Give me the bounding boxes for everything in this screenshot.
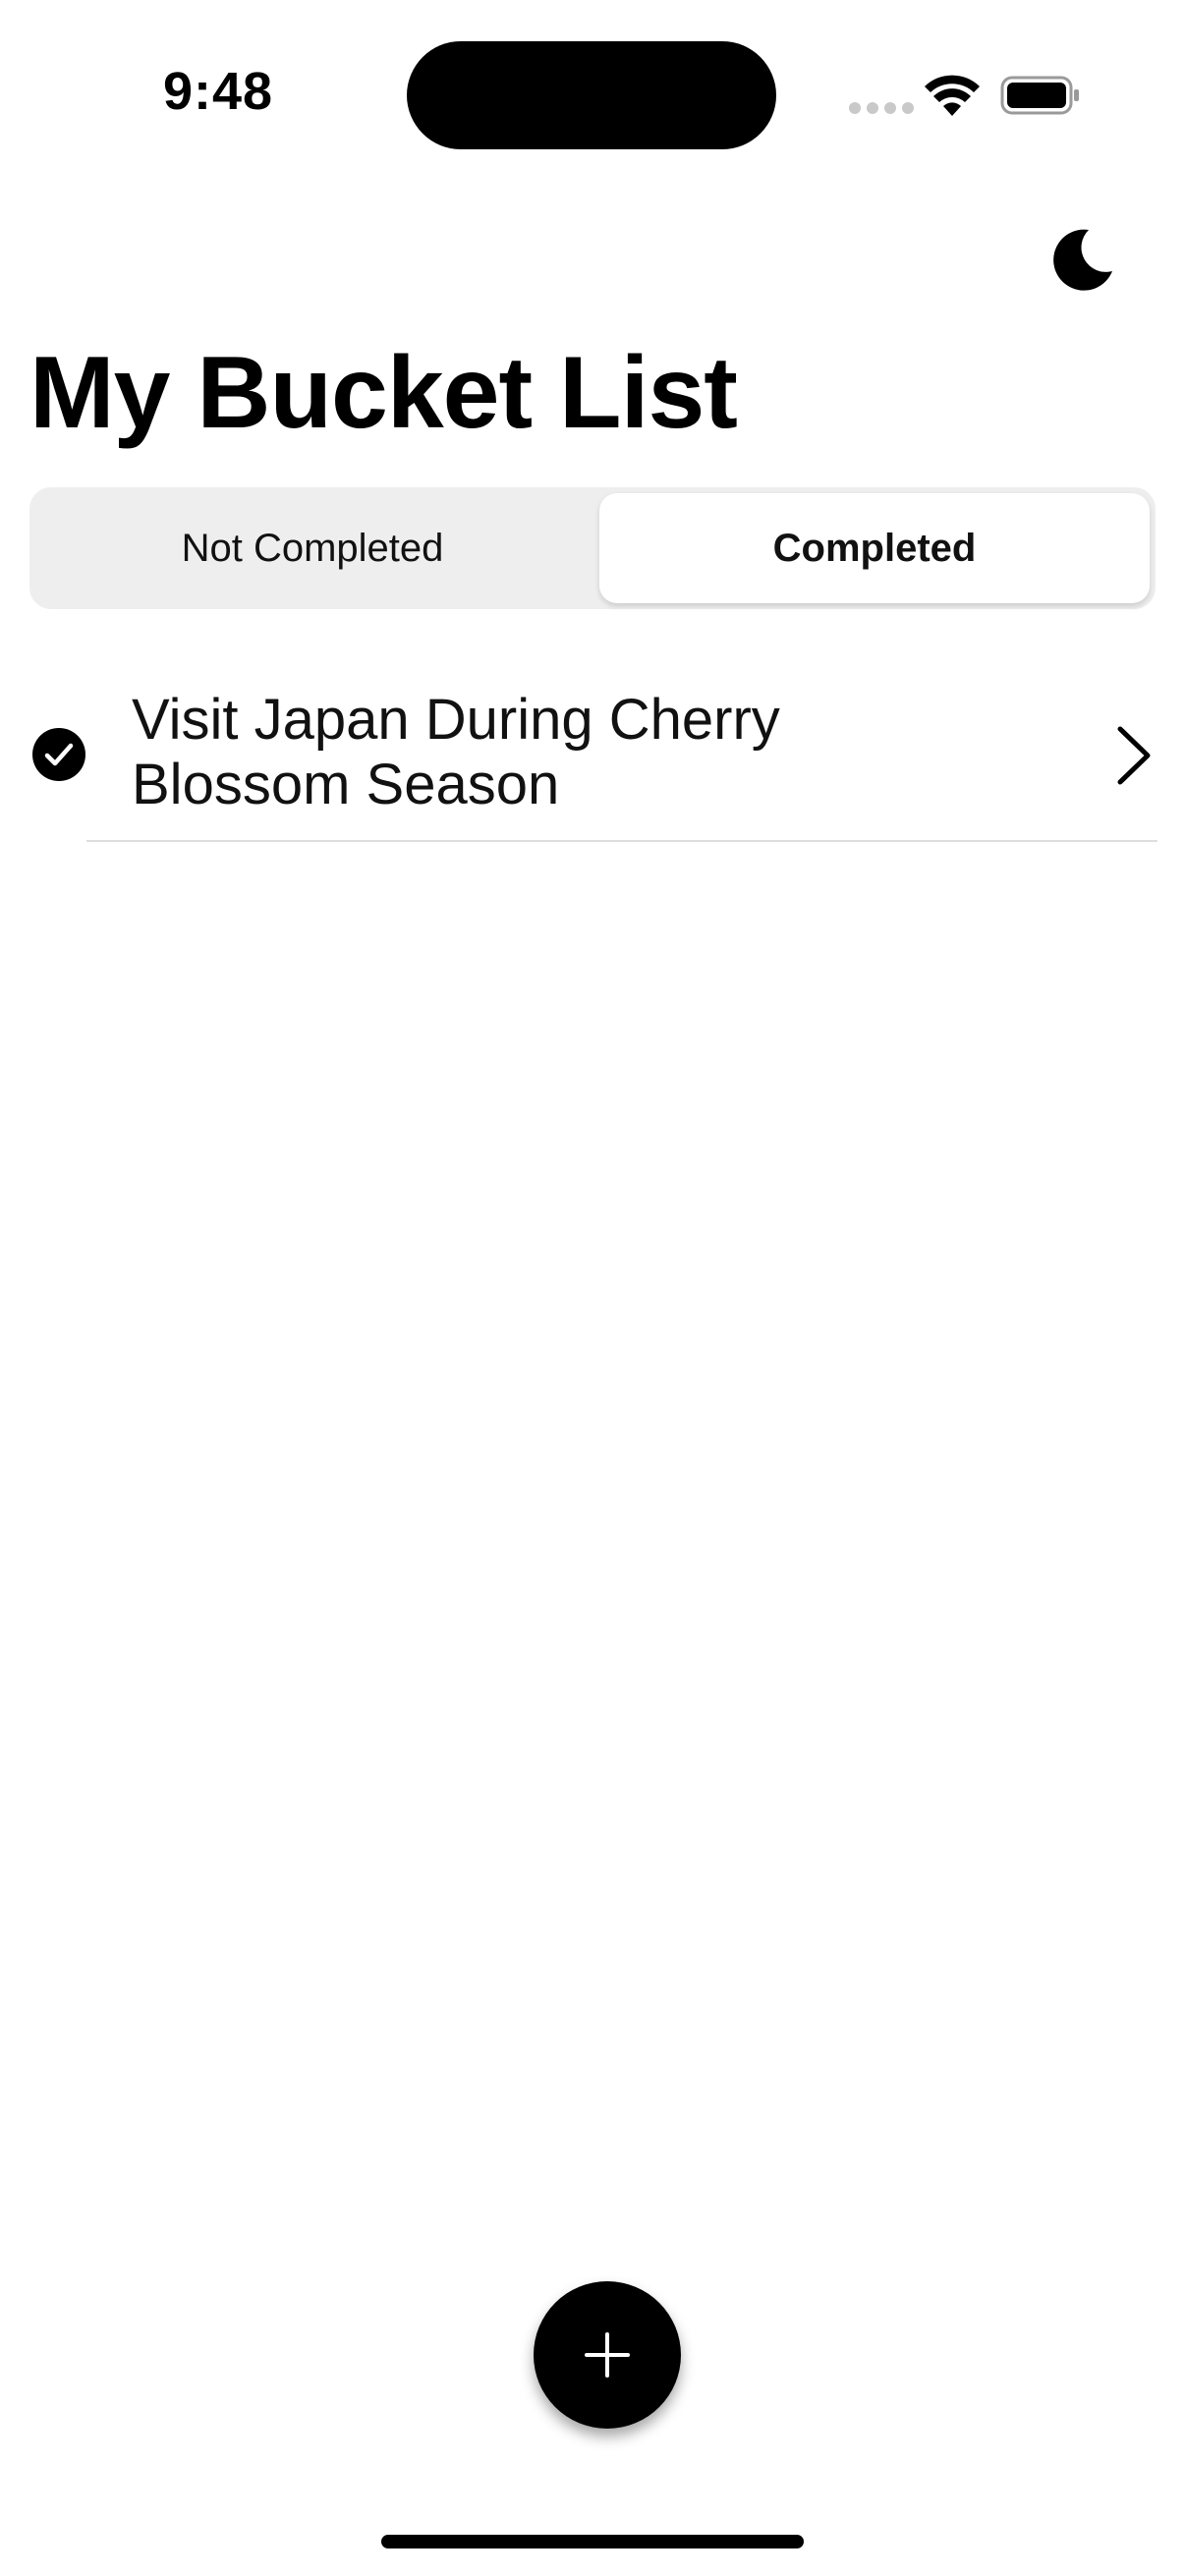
- list-item[interactable]: Visit Japan During Cherry Blossom Season: [0, 678, 1185, 843]
- moon-icon: [1053, 229, 1112, 291]
- status-filter-segmented-control: Not Completed Completed: [29, 487, 1156, 609]
- dynamic-island: [407, 41, 776, 149]
- page-title: My Bucket List: [29, 336, 738, 450]
- dark-mode-toggle-button[interactable]: [1045, 222, 1120, 297]
- plus-icon: [585, 2332, 630, 2378]
- checkmark-circle-icon[interactable]: [31, 727, 86, 782]
- wifi-icon: [925, 75, 980, 116]
- list-divider: [86, 840, 1157, 842]
- chevron-right-icon: [1117, 726, 1151, 785]
- cellular-signal-icon: [849, 102, 914, 114]
- home-indicator[interactable]: [381, 2535, 804, 2548]
- status-time: 9:48: [163, 62, 274, 121]
- battery-icon: [1000, 76, 1079, 115]
- add-item-button[interactable]: [534, 2281, 681, 2429]
- tab-not-completed[interactable]: Not Completed: [35, 493, 590, 603]
- list-item-title: Visit Japan During Cherry Blossom Season: [132, 688, 780, 816]
- tab-completed[interactable]: Completed: [599, 493, 1150, 603]
